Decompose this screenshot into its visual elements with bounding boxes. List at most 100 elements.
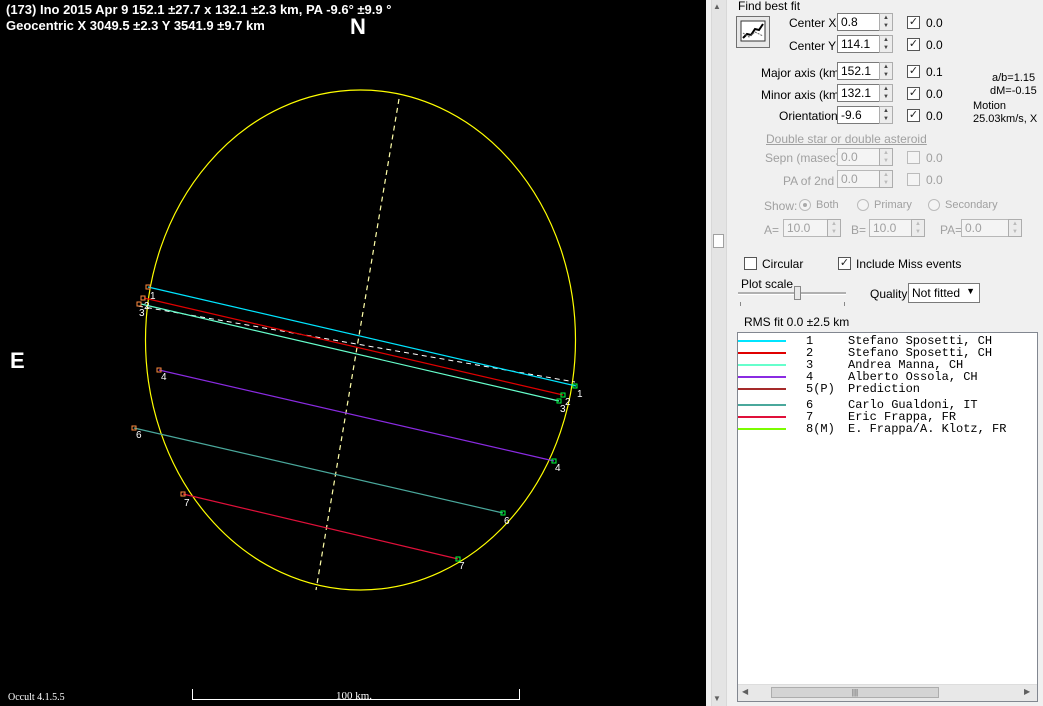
b-spinner[interactable]: ▲ ▼ [911,219,925,237]
observer-number: 5(P) [806,382,835,396]
show-both-radio[interactable] [799,199,811,211]
center-y-label: Center Y [789,39,837,53]
plot-scale-label: Plot scale [741,277,794,291]
rms-fit-label: RMS fit 0.0 ±2.5 km [744,315,850,329]
minor-axis-input[interactable]: 132.1 [837,84,880,102]
list-item[interactable]: 5(P) Prediction [738,382,1037,396]
center-x-spinner[interactable]: ▲ ▼ [879,13,893,31]
vertical-scrollbar[interactable]: ▲ ▼ [706,0,730,706]
center-x-checkbox[interactable]: ✓ [907,16,920,29]
observer-name: E. Frappa/A. Klotz, FR [848,422,1007,436]
sepn-spinner[interactable]: ▲ ▼ [879,148,893,166]
chord-label-4-end: 4 [555,463,561,474]
chord-1 [147,286,577,387]
show-secondary-label: Secondary [945,199,998,211]
chord-label-6-end: 6 [504,516,510,527]
orientation-checkbox[interactable]: ✓ [907,109,920,122]
horizontal-scrollbar[interactable]: ◀ ||| ▶ [738,684,1037,701]
observer-name: Prediction [848,382,921,396]
major-axis-sd: 0.1 [926,65,943,79]
fit-panel: Find best fit Center X 0.8 ▲ ▼ ✓ 0.0 Cent… [730,0,1043,706]
pa-label: PA= [940,223,963,237]
a-spinner[interactable]: ▲ ▼ [827,219,841,237]
fit-chart-icon [740,20,766,42]
pa-input[interactable]: 0.0 [961,219,1009,237]
dm-value: dM=-0.15 [990,85,1037,97]
chord-label-2-end: 2 [565,397,571,408]
pa-2nd-label: PA of 2nd [783,174,835,188]
observer-color-swatch [738,364,786,366]
quality-select[interactable]: Not fitted ▼ [908,283,980,303]
scroll-down-arrow-icon[interactable]: ▼ [713,694,721,703]
ab-ratio: a/b=1.15 [992,72,1036,84]
chord-3-start-marker [136,301,142,307]
list-item[interactable]: 8(M) E. Frappa/A. Klotz, FR [738,422,1037,436]
b-input[interactable]: 10.0 [869,219,912,237]
scroll-right-arrow-icon[interactable]: ▶ [1024,687,1030,696]
chevron-down-icon: ▼ [966,286,975,296]
major-axis-spinner[interactable]: ▲ ▼ [879,62,893,80]
minor-axis-spinner[interactable]: ▲ ▼ [879,84,893,102]
scroll-up-arrow-icon[interactable]: ▲ [713,2,721,11]
observer-list[interactable]: 1 Stefano Sposetti, CH 2 Stefano Sposetti, … [737,332,1038,702]
chord-label-6-start: 6 [136,430,142,441]
center-y-spinner[interactable]: ▲ ▼ [879,35,893,53]
center-x-input[interactable]: 0.8 [837,13,880,31]
scrollbar-thumb[interactable] [713,234,724,248]
plot-graphics: 1 2 3 4 6 7 1 2 3 4 6 7 [131,89,583,591]
sepn-input[interactable]: 0.0 [837,148,880,166]
occultation-plot[interactable]: (173) Ino 2015 Apr 9 152.1 ±27.7 x 132.1… [0,0,706,706]
chord-7 [182,493,459,560]
major-axis-input[interactable]: 152.1 [837,62,880,80]
sepn-sd: 0.0 [926,151,943,165]
quality-value: Not fitted [912,286,961,300]
pa-2nd-checkbox[interactable] [907,173,920,186]
observer-number: 8(M) [806,422,835,436]
scroll-left-arrow-icon[interactable]: ◀ [742,687,748,696]
a-input[interactable]: 10.0 [783,219,828,237]
observer-color-swatch [738,404,786,406]
include-miss-label: Include Miss events [856,257,962,271]
find-best-fit-button[interactable] [736,16,770,48]
chord-label-2-start: 2 [144,301,150,312]
observer-color-swatch [738,388,786,390]
slider-tick [740,302,741,306]
slider-track [738,292,846,295]
pa-2nd-input[interactable]: 0.0 [837,170,880,188]
minor-axis-sd: 0.0 [926,87,943,101]
chord-label-1-end: 1 [577,389,583,400]
minor-axis-line [315,98,400,591]
pa-spinner[interactable]: ▲ ▼ [1008,219,1022,237]
observer-color-swatch [738,352,786,354]
slider-tick [844,302,845,306]
version-label: Occult 4.1.5.5 [8,692,65,703]
include-miss-checkbox[interactable]: ✓ [838,257,851,270]
motion-label: Motion [973,100,1007,112]
scrollbar-track[interactable] [711,0,727,706]
center-y-input[interactable]: 114.1 [837,35,880,53]
show-primary-radio[interactable] [857,199,869,211]
major-axis-checkbox[interactable]: ✓ [907,65,920,78]
orientation-label: Orientation [779,109,838,123]
slider-thumb[interactable] [794,286,801,300]
a-label: A= [764,223,780,237]
motion-value: 25.03km/s, X [973,113,1038,125]
minor-axis-label: Minor axis (km) [761,88,844,102]
horizontal-scrollbar-thumb[interactable]: ||| [771,687,939,698]
circular-checkbox[interactable] [744,257,757,270]
double-star-link[interactable]: Double star or double asteroid [766,132,927,146]
observer-color-swatch [738,340,786,342]
chord-label-3-end: 3 [560,404,566,415]
pa-2nd-spinner[interactable]: ▲ ▼ [879,170,893,188]
show-both-label: Both [816,199,839,211]
sepn-checkbox[interactable] [907,151,920,164]
minor-axis-checkbox[interactable]: ✓ [907,87,920,100]
observer-color-swatch [738,376,786,378]
show-secondary-radio[interactable] [928,199,940,211]
center-y-sd: 0.0 [926,38,943,52]
find-best-fit-label: Find best fit [738,0,801,13]
center-y-checkbox[interactable]: ✓ [907,38,920,51]
show-label: Show: [764,199,798,213]
orientation-spinner[interactable]: ▲ ▼ [879,106,893,124]
orientation-input[interactable]: -9.6 [837,106,880,124]
